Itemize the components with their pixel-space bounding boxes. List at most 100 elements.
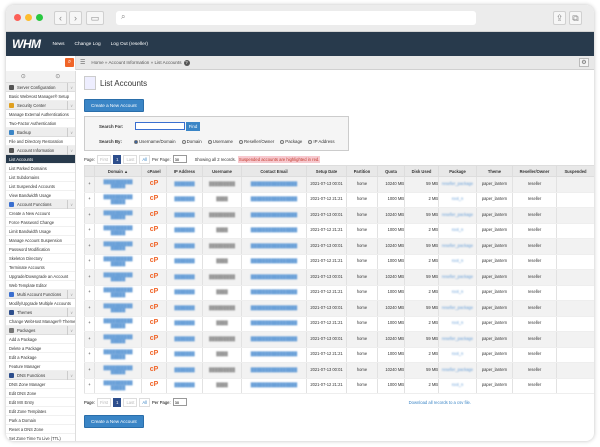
cpanel-icon[interactable]: cP — [150, 319, 159, 326]
cpanel-icon[interactable]: cP — [150, 273, 159, 280]
last-page-button[interactable]: Last — [123, 397, 138, 407]
expand-toggle[interactable]: + — [84, 207, 95, 224]
search-input[interactable] — [135, 122, 185, 130]
sidebar-item[interactable]: Modify/Upgrade Multiple Accounts — [6, 299, 75, 308]
radio-button[interactable] — [280, 139, 285, 144]
download-csv-link[interactable]: Download all records to a csv file. — [409, 400, 471, 405]
package-cell[interactable]: root_n — [438, 254, 477, 270]
cpanel-cell[interactable]: cP — [141, 316, 167, 332]
sidebar-item[interactable]: List Subdomains — [6, 173, 75, 182]
package-link[interactable]: root_n — [452, 320, 464, 326]
column-header[interactable]: Setup Date — [306, 165, 347, 177]
package-cell[interactable]: root_n — [438, 347, 477, 363]
chevron-down-icon[interactable]: ∨ — [67, 326, 73, 335]
cpanel-cell[interactable]: cP — [141, 269, 167, 286]
domain-cell[interactable]: ██████████ █████ — [94, 378, 142, 394]
column-header[interactable]: Suspended — [556, 165, 594, 177]
package-cell[interactable]: root_n — [438, 192, 477, 208]
whm-logo[interactable]: WHM — [12, 37, 41, 51]
sidebar-item[interactable]: Terminate Accounts — [6, 263, 75, 272]
sidebar-section-header[interactable]: Packages ∨ — [6, 326, 75, 335]
chevron-down-icon[interactable]: ∨ — [67, 290, 73, 299]
sidebar-item[interactable]: Create a New Account — [6, 209, 75, 218]
domain-cell[interactable]: ██████████ █████ — [94, 316, 142, 332]
domain-cell[interactable]: ██████████ █████ — [94, 207, 142, 224]
domain-cell[interactable]: ██████████ █████ — [94, 238, 142, 255]
sidebar-item[interactable]: Basic WebHost Manager® Setup — [6, 92, 75, 101]
sidebar-section-header[interactable]: Server Configuration ∨ — [6, 83, 75, 92]
sidebar-section-header[interactable]: Backup ∨ — [6, 128, 75, 137]
cpanel-cell[interactable]: cP — [141, 223, 167, 239]
sidebar-item[interactable]: Reset a DNS Zone — [6, 425, 75, 434]
email-cell[interactable]: ████████████████ — [241, 316, 307, 332]
package-cell[interactable]: reseller_package — [438, 300, 477, 317]
sidebar-item[interactable]: Force Password Change — [6, 218, 75, 227]
expand-toggle[interactable]: + — [84, 285, 95, 301]
email-cell[interactable]: ████████████████ — [241, 254, 307, 270]
search-icon[interactable]: ⌕ — [65, 57, 74, 67]
cpanel-icon[interactable]: cP — [150, 366, 159, 373]
package-link[interactable]: root_n — [452, 351, 464, 357]
cpanel-cell[interactable]: cP — [141, 378, 167, 394]
per-page-input[interactable] — [172, 155, 187, 163]
help-icon[interactable]: ? — [183, 59, 190, 66]
expand-toggle[interactable]: + — [84, 300, 95, 317]
chevron-down-icon[interactable]: ∨ — [67, 128, 73, 137]
column-header[interactable]: Username — [202, 165, 242, 177]
sidebar-section-header[interactable]: Account Information ∨ — [6, 146, 75, 155]
expand-toggle[interactable]: + — [84, 269, 95, 286]
news-link[interactable]: News — [53, 42, 65, 47]
close-window-button[interactable] — [14, 14, 21, 21]
sidebar-item[interactable]: List Parked Domains — [6, 164, 75, 173]
email-cell[interactable]: ████████████████ — [241, 285, 307, 301]
last-page-button[interactable]: Last — [123, 154, 138, 164]
column-header[interactable]: cPanel — [141, 165, 167, 177]
expand-toggle[interactable]: + — [84, 254, 95, 270]
sidebar-section-header[interactable]: Account Functions ∨ — [6, 200, 75, 209]
cpanel-cell[interactable]: cP — [141, 254, 167, 270]
package-link[interactable]: reseller_package — [442, 181, 473, 186]
forward-button[interactable]: › — [69, 11, 82, 25]
package-cell[interactable]: root_n — [438, 285, 477, 301]
domain-cell[interactable]: ██████████ █████ — [94, 362, 142, 379]
domain-cell[interactable]: ██████████ █████ — [94, 285, 142, 301]
expand-toggle[interactable]: + — [84, 362, 95, 379]
cpanel-icon[interactable]: cP — [150, 242, 159, 249]
menu-toggle-icon[interactable]: ☰ — [80, 59, 85, 66]
sidebar-item[interactable]: Set Zone Time To Live (TTL) — [6, 434, 75, 441]
search-by-option[interactable]: IP Address — [308, 139, 335, 144]
package-cell[interactable]: reseller_package — [438, 331, 477, 348]
cpanel-cell[interactable]: cP — [141, 238, 167, 255]
sidebar-toggle-icon[interactable]: ▭ — [86, 11, 104, 25]
address-bar[interactable]: ⌕ — [116, 11, 476, 25]
package-link[interactable]: reseller_package — [442, 305, 473, 310]
sidebar-item[interactable]: Web Template Editor — [6, 281, 75, 290]
sidebar-item[interactable]: List Accounts — [6, 155, 75, 164]
column-header[interactable]: Disk Used — [404, 165, 439, 177]
expand-toggle[interactable]: + — [84, 331, 95, 348]
package-link[interactable]: root_n — [452, 382, 464, 388]
sidebar-item[interactable]: Edit Zone Templates — [6, 407, 75, 416]
sidebar-item[interactable]: Password Modification — [6, 245, 75, 254]
domain-cell[interactable]: ██████████ █████ — [94, 223, 142, 239]
email-cell[interactable]: ████████████████ — [241, 347, 307, 363]
sidebar-item[interactable]: Edit MX Entry — [6, 398, 75, 407]
radio-button[interactable] — [207, 139, 212, 144]
gear-icon[interactable]: ⚙ — [579, 58, 589, 67]
domain-cell[interactable]: ██████████ █████ — [94, 331, 142, 348]
expand-toggle[interactable]: + — [84, 223, 95, 239]
chevron-down-icon[interactable]: ∨ — [67, 371, 73, 380]
expand-toggle[interactable]: + — [84, 238, 95, 255]
cpanel-cell[interactable]: cP — [141, 347, 167, 363]
domain-cell[interactable]: ██████████ █████ — [94, 254, 142, 270]
search-by-option[interactable]: Package — [280, 139, 302, 144]
sidebar-item[interactable]: Edit DNS Zone — [6, 389, 75, 398]
radio-button[interactable] — [134, 139, 138, 144]
column-header[interactable]: Contact Email — [241, 165, 307, 177]
package-cell[interactable]: reseller_package — [438, 362, 477, 379]
radio-button[interactable] — [308, 139, 313, 144]
sidebar-item[interactable]: File and Directory Restoration — [6, 137, 75, 146]
sidebar-item[interactable]: Skeleton Directory — [6, 254, 75, 263]
sidebar-item[interactable]: Feature Manager — [6, 362, 75, 371]
email-cell[interactable]: ████████████████ — [241, 362, 307, 379]
